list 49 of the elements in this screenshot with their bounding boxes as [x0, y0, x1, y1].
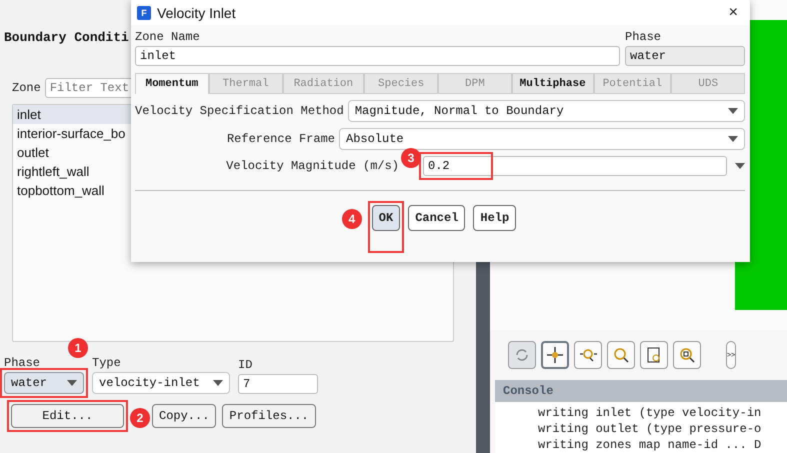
id-field[interactable]: 7 [238, 374, 318, 394]
value-field[interactable]: 0.2 [423, 156, 727, 176]
dialog-title: Velocity Inlet [157, 4, 236, 20]
zoom-fit-icon [678, 346, 696, 364]
caret-icon [728, 136, 738, 142]
tab[interactable]: Multiphase [512, 73, 594, 94]
move-icon [546, 346, 564, 364]
id-label: ID [238, 358, 252, 372]
step-marker: 2 [130, 408, 150, 428]
step-marker: 1 [68, 338, 88, 358]
phase-field[interactable]: water [625, 46, 745, 66]
field-label: Reference Frame [226, 132, 335, 146]
type-dropdown[interactable]: velocity-inlet [92, 372, 230, 394]
dialog-button[interactable]: Help [473, 205, 516, 231]
phase-label: Phase [4, 356, 40, 370]
field-label: Velocity Specification Method [135, 104, 344, 118]
caret-icon [728, 108, 738, 114]
console-line: writing inlet (type velocity-in [538, 405, 762, 421]
toolbar-button[interactable] [640, 341, 668, 369]
zone-name-label: Zone Name [135, 30, 200, 44]
close-button[interactable]: × [722, 4, 744, 22]
action-button[interactable]: Profiles... [222, 404, 316, 428]
option-dropdown[interactable]: Magnitude, Normal to Boundary [348, 100, 745, 122]
field-label: Velocity Magnitude (m/s) [226, 159, 399, 173]
action-button[interactable]: Edit... [11, 404, 124, 428]
tab[interactable]: Momentum [135, 73, 209, 94]
highlight-frame [368, 201, 404, 253]
panel-heading: Boundary Conditi [4, 30, 129, 47]
toolbar-button[interactable] [673, 341, 701, 369]
phase-dropdown[interactable]: water [4, 372, 84, 394]
caret-icon [67, 380, 77, 386]
option-dropdown[interactable]: Absolute [339, 128, 745, 150]
caret-icon [735, 163, 745, 169]
zone-label: Zone [12, 81, 41, 95]
toolbar-button[interactable] [541, 341, 569, 369]
phase-label: Phase [625, 30, 662, 44]
caret-icon [213, 380, 223, 386]
zone-name-field[interactable]: inlet [135, 46, 620, 66]
dialog-button[interactable]: OK [372, 205, 400, 231]
console-line: writing zones map name-id ... D [538, 437, 762, 453]
search-icon [612, 346, 630, 364]
dialog-button[interactable]: Cancel [408, 205, 466, 231]
app-logo: F [137, 6, 151, 20]
step-marker: 3 [401, 148, 421, 168]
type-label: Type [92, 356, 121, 370]
action-button[interactable]: Copy... [152, 404, 216, 428]
step-marker: 4 [342, 209, 362, 229]
console-line: writing outlet (type pressure-o [538, 421, 762, 437]
console-header: Console [495, 380, 787, 402]
